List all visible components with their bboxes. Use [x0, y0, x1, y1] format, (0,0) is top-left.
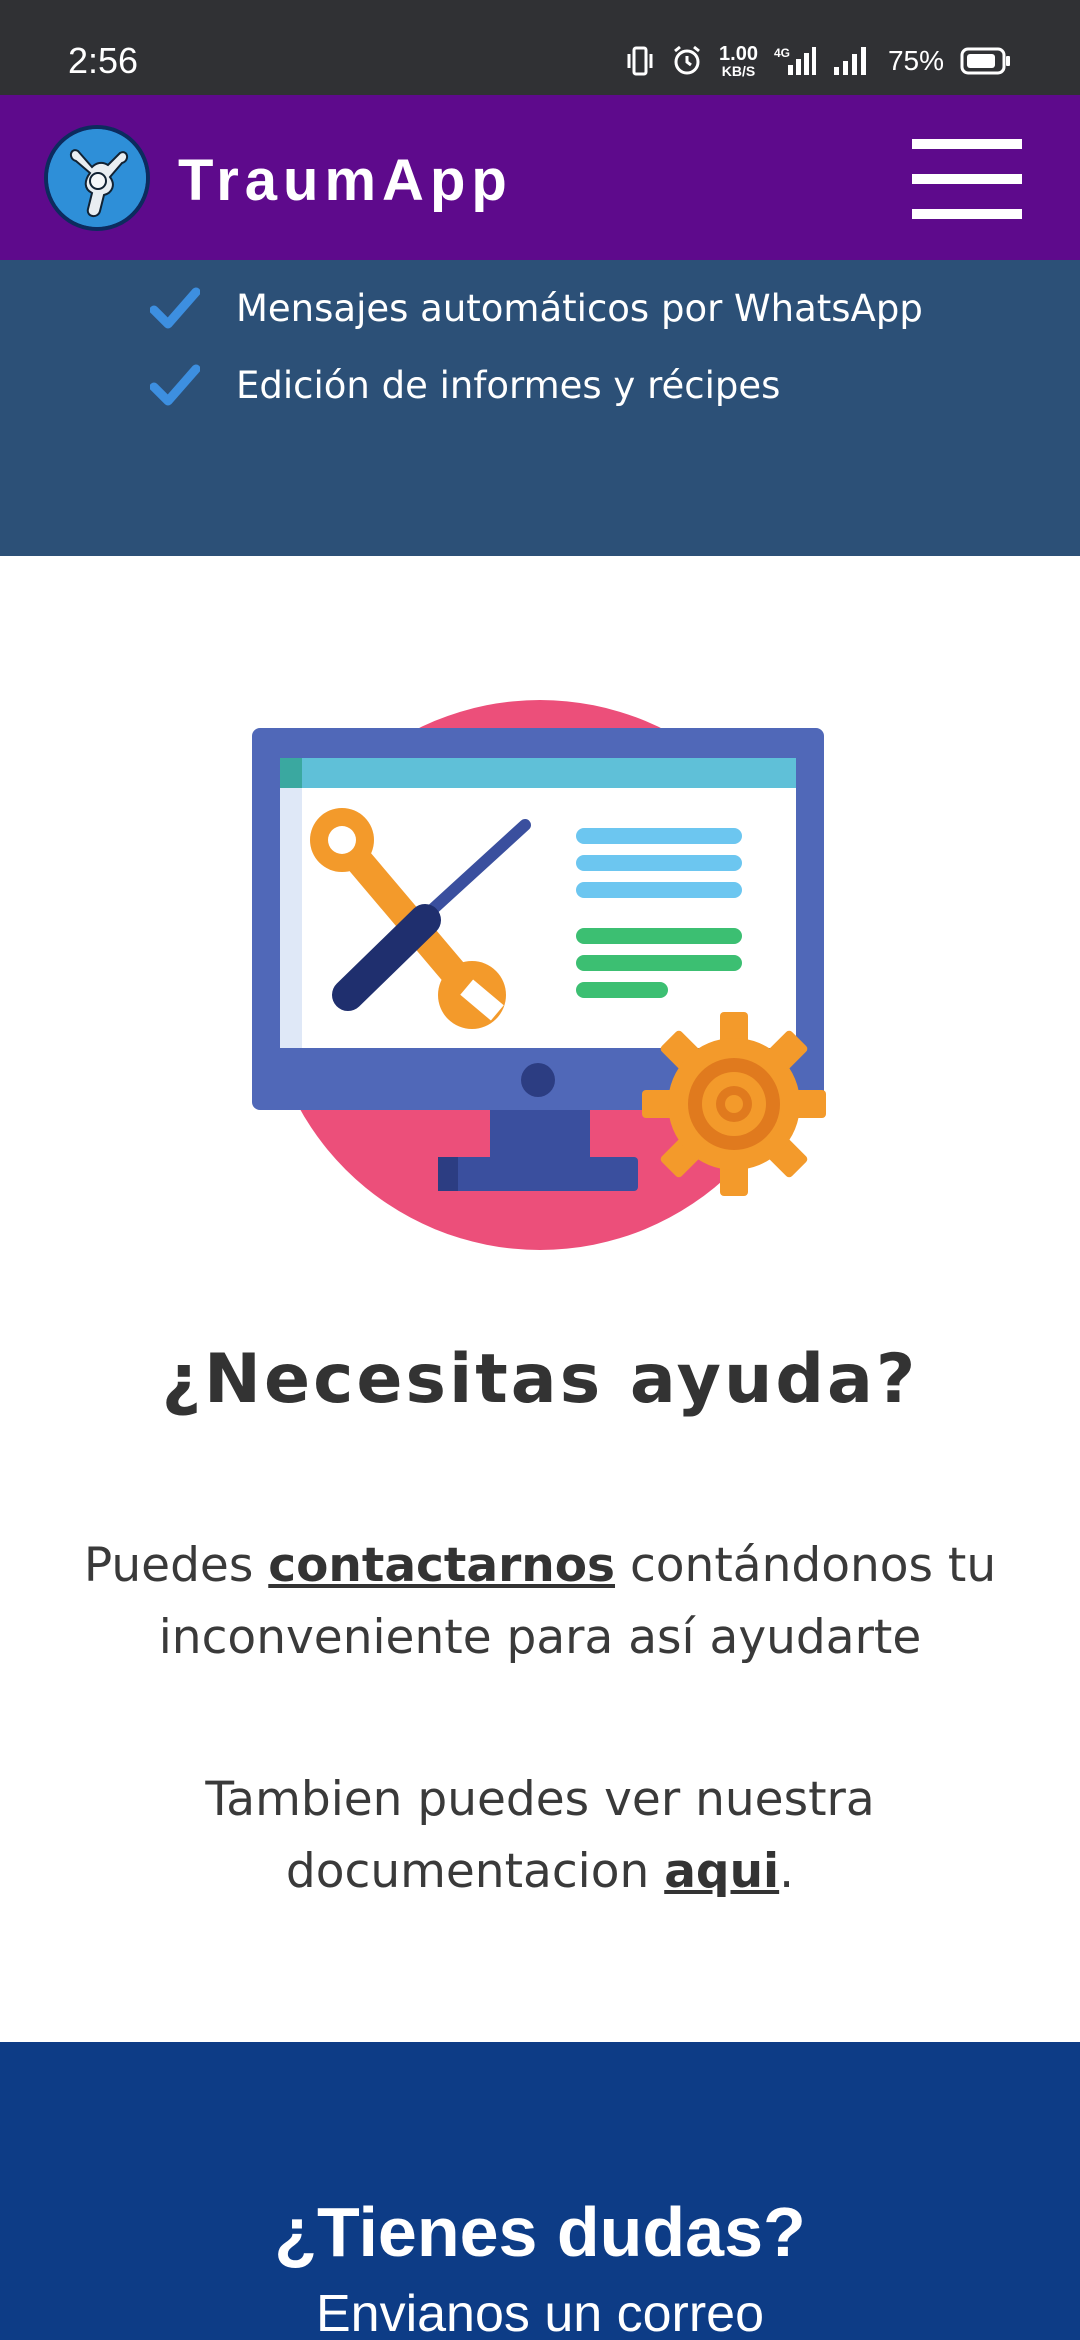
- alarm-icon: [671, 45, 703, 77]
- check-icon: [150, 287, 200, 329]
- help-title: ¿Necesitas ayuda?: [161, 1340, 919, 1419]
- bone-joint-logo[interactable]: [44, 125, 150, 231]
- brand-title[interactable]: TraumApp: [178, 147, 513, 214]
- footer-subtitle: Envianos un correo: [315, 2285, 765, 2340]
- feature-item: Edición de informes y récipes: [150, 360, 780, 410]
- feature-label: Edición de informes y récipes: [236, 363, 781, 407]
- footer-title: ¿Tienes dudas?: [274, 2193, 806, 2271]
- battery-percent: 75%: [887, 45, 944, 76]
- status-icons: 1.00 KB/S 4G 75%: [625, 40, 1012, 82]
- vibrate-icon: [625, 45, 655, 77]
- status-time: 2:56: [68, 40, 139, 81]
- docs-link[interactable]: aqui: [664, 1844, 779, 1899]
- signal-4g-icon: 4G: [774, 45, 816, 77]
- battery-icon: [960, 46, 1012, 76]
- contact-footer: ¿Tienes dudas? Envianos un correo: [0, 2042, 1080, 2340]
- feature-label: Mensajes automáticos por WhatsApp: [236, 286, 923, 330]
- status-bar: 2:56 1.00 KB/S 4G 75%: [0, 0, 1080, 95]
- feature-item: Mensajes automáticos por WhatsApp: [150, 283, 923, 333]
- help-paragraph-docs: Tambien puedes ver nuestra documentacion…: [205, 1772, 875, 1899]
- net-speed: 1.00 KB/S: [719, 43, 758, 79]
- features-section: Mensajes automáticos por WhatsApp Edició…: [0, 260, 1080, 556]
- check-icon: [150, 364, 200, 406]
- hamburger-menu-icon[interactable]: [912, 139, 1022, 219]
- monitor-tools-gear-illustration: [250, 690, 830, 1250]
- contact-link[interactable]: contactarnos: [268, 1538, 615, 1593]
- help-paragraph-contact: Puedes contactarnos contándonos tu incon…: [83, 1538, 997, 1665]
- network-type-label: 4G: [774, 46, 790, 60]
- app-header: TraumApp: [0, 95, 1080, 260]
- signal-icon: [832, 45, 872, 77]
